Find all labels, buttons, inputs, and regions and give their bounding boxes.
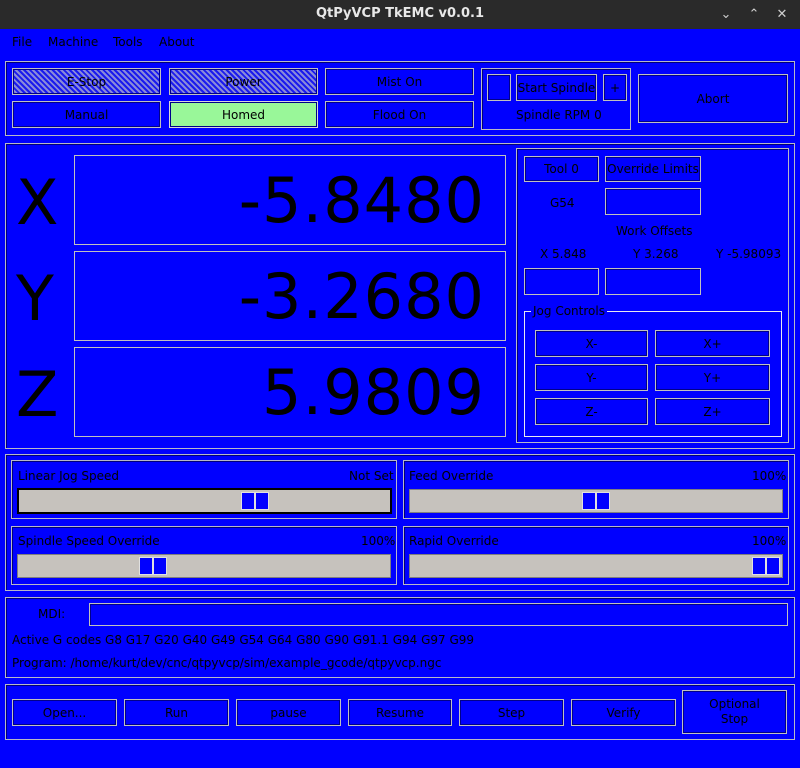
run-button[interactable]: Run xyxy=(124,699,229,726)
spindle-rpm-label: Spindle RPM 0 xyxy=(516,108,602,122)
jog-z-minus-button[interactable]: Z- xyxy=(535,398,648,425)
minimize-icon[interactable]: ⌄ xyxy=(717,6,735,24)
tool-number-button[interactable]: Tool 0 xyxy=(524,156,599,182)
y-dro-display: -3.2680 xyxy=(74,251,506,341)
menu-file[interactable]: File xyxy=(12,35,32,49)
homed-indicator-button[interactable]: Homed xyxy=(169,101,318,128)
window-title-bar: QtPyVCP TkEMC v0.0.1 ⌄ ⌃ ✕ xyxy=(0,0,800,29)
active-gcodes-text: Active G codes G8 G17 G20 G40 G49 G54 G6… xyxy=(12,633,475,647)
y-axis-label: Y xyxy=(16,262,54,335)
rapid-override-value: 100% xyxy=(752,534,787,548)
rapid-override-slider-handle[interactable] xyxy=(752,557,780,575)
feed-override-value: 100% xyxy=(752,469,787,483)
feed-override-label: Feed Override xyxy=(409,469,494,483)
x-axis-label: X xyxy=(16,166,59,239)
x-offset-label: X 5.848 xyxy=(540,247,587,261)
wcs-label: G54 xyxy=(550,196,575,210)
feed-override-slider[interactable] xyxy=(409,489,783,513)
optional-stop-button[interactable]: Optional Stop xyxy=(682,690,787,734)
spindle-override-label: Spindle Speed Override xyxy=(18,534,160,548)
override-limits-button[interactable]: Override Limits xyxy=(605,156,701,182)
work-offsets-label: Work Offsets xyxy=(616,224,693,238)
rapid-override-slider[interactable] xyxy=(409,554,783,578)
resume-button[interactable]: Resume xyxy=(348,699,452,726)
feed-override-slider-handle[interactable] xyxy=(582,492,610,510)
offset-field-1[interactable] xyxy=(524,268,599,295)
open-button[interactable]: Open... xyxy=(12,699,117,726)
x-dro-value: -5.8480 xyxy=(238,164,485,237)
jog-x-plus-button[interactable]: X+ xyxy=(655,330,770,357)
mdi-label: MDI: xyxy=(38,607,66,621)
spindle-decrease-button[interactable] xyxy=(487,74,511,101)
y-offset-label: Y 3.268 xyxy=(633,247,679,261)
menu-tools[interactable]: Tools xyxy=(113,35,143,49)
z-dro-display: 5.9809 xyxy=(74,347,506,437)
spindle-override-value: 100% xyxy=(361,534,396,548)
spindle-override-slider-handle[interactable] xyxy=(139,557,167,575)
spindle-override-slider[interactable] xyxy=(17,554,391,578)
x-dro-display: -5.8480 xyxy=(74,155,506,245)
jog-y-plus-button[interactable]: Y+ xyxy=(655,364,770,391)
window-title: QtPyVCP TkEMC v0.0.1 xyxy=(315,6,485,21)
step-button[interactable]: Step xyxy=(459,699,564,726)
program-path-text: Program: /home/kurt/dev/cnc/qtpyvcp/sim/… xyxy=(12,656,442,670)
z-axis-label: Z xyxy=(16,358,59,431)
maximize-icon[interactable]: ⌃ xyxy=(745,6,763,24)
mist-button[interactable]: Mist On xyxy=(325,68,474,95)
linear-jog-value: Not Set xyxy=(349,469,394,483)
menu-about[interactable]: About xyxy=(159,35,194,49)
z-dro-value: 5.9809 xyxy=(262,356,485,429)
mdi-input[interactable] xyxy=(89,603,788,626)
linear-jog-slider[interactable] xyxy=(17,488,392,514)
z-offset-label: Y -5.98093 xyxy=(716,247,782,261)
abort-button[interactable]: Abort xyxy=(638,74,788,123)
offset-field-2[interactable] xyxy=(605,268,701,295)
jog-controls-title: Jog Controls xyxy=(531,304,607,318)
verify-button[interactable]: Verify xyxy=(571,699,676,726)
start-spindle-button[interactable]: Start Spindle xyxy=(516,74,597,101)
jog-z-plus-button[interactable]: Z+ xyxy=(655,398,770,425)
y-dro-value: -3.2680 xyxy=(238,260,485,333)
jog-x-minus-button[interactable]: X- xyxy=(535,330,648,357)
spindle-increase-button[interactable]: + xyxy=(603,74,627,101)
menu-bar: File Machine Tools About xyxy=(0,29,800,54)
jog-y-minus-button[interactable]: Y- xyxy=(535,364,648,391)
linear-jog-slider-handle[interactable] xyxy=(241,492,269,510)
close-icon[interactable]: ✕ xyxy=(773,6,791,24)
manual-mode-button[interactable]: Manual xyxy=(12,101,161,128)
power-button[interactable]: Power xyxy=(169,68,318,95)
wcs-field[interactable] xyxy=(605,188,701,215)
menu-machine[interactable]: Machine xyxy=(48,35,98,49)
flood-button[interactable]: Flood On xyxy=(325,101,474,128)
pause-button[interactable]: pause xyxy=(236,699,341,726)
estop-button[interactable]: E-Stop xyxy=(12,68,161,95)
rapid-override-label: Rapid Override xyxy=(409,534,499,548)
linear-jog-label: Linear Jog Speed xyxy=(18,469,120,483)
